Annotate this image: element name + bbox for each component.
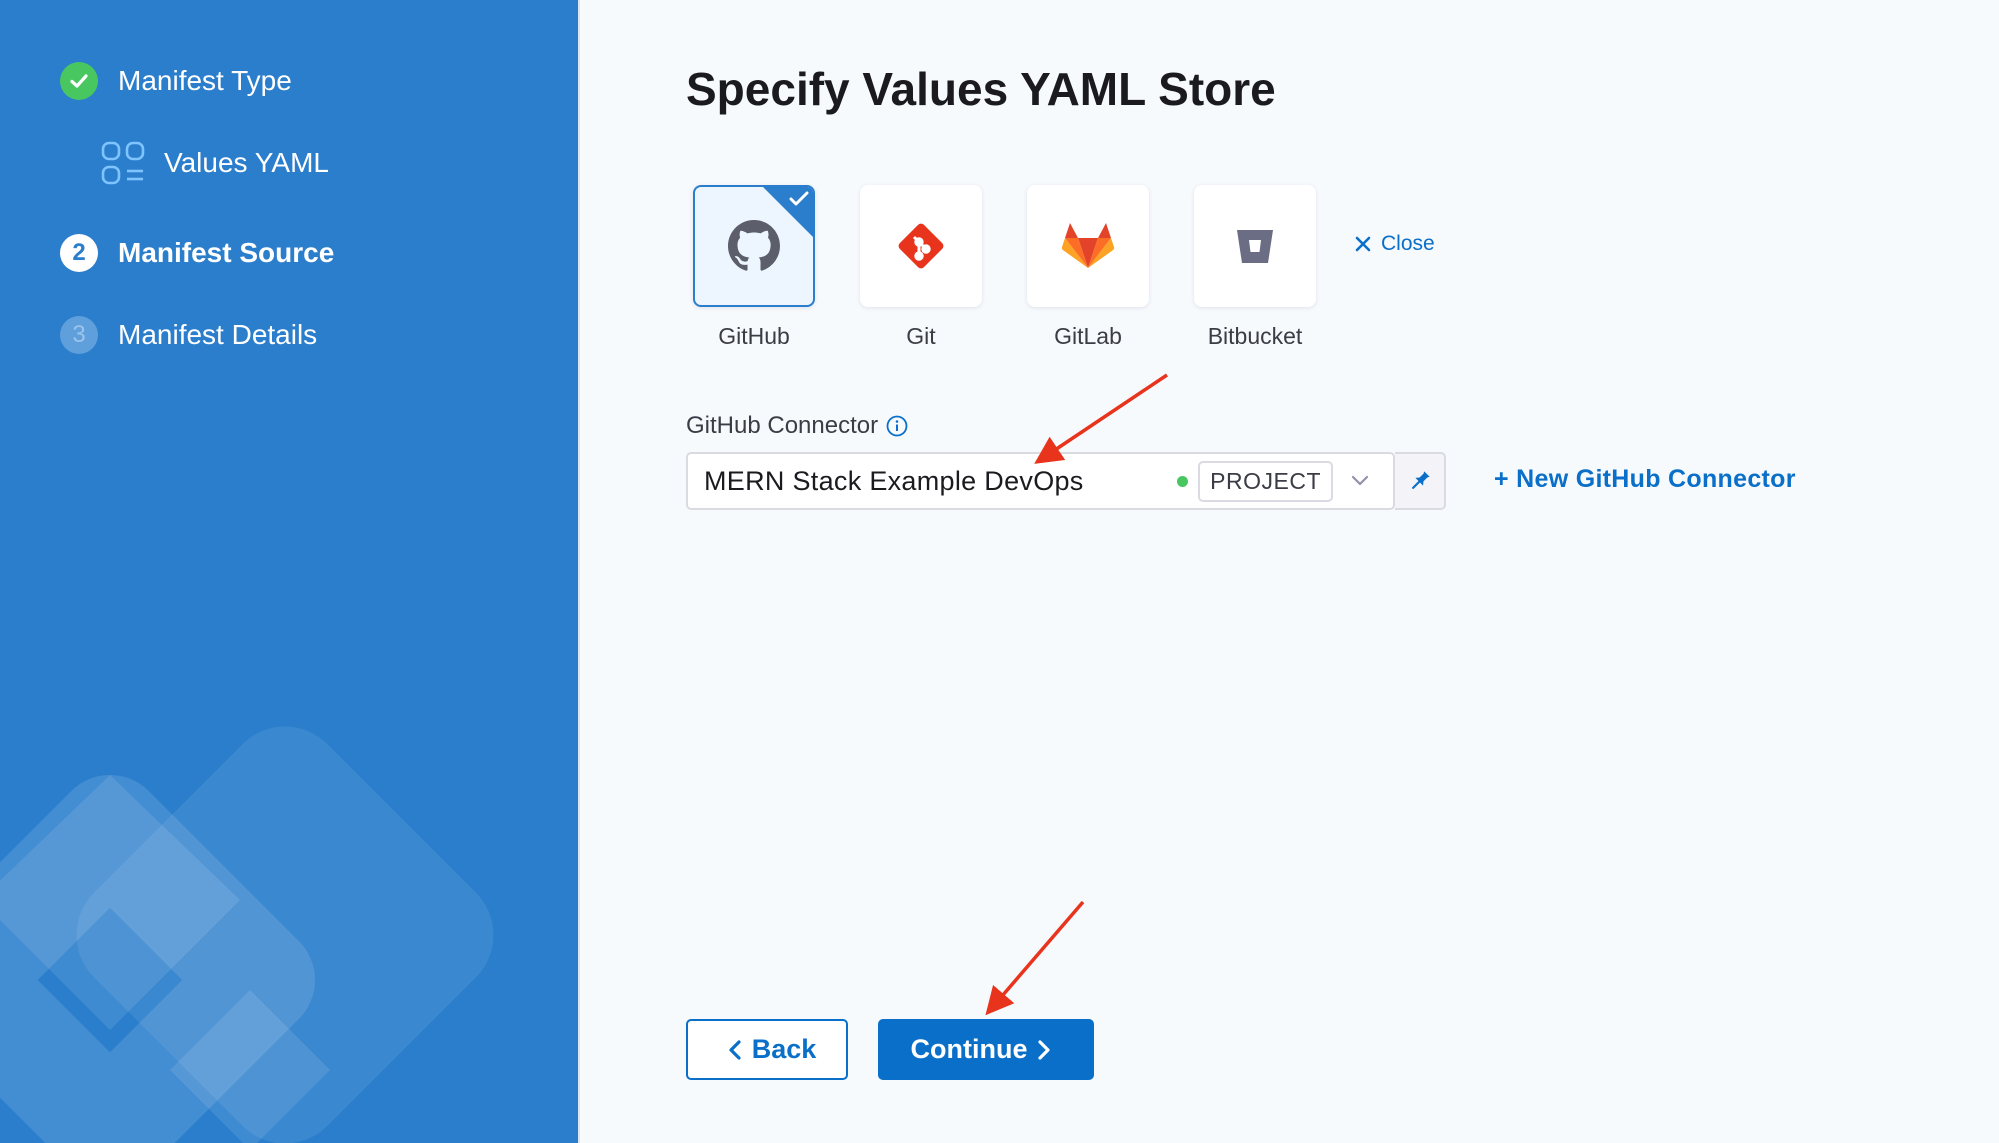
store-tile[interactable]: [1027, 185, 1149, 307]
store-options: GitHub Git GitLab Bitbucket: [693, 185, 1361, 350]
close-icon: [1355, 236, 1371, 252]
chevron-right-icon: [1038, 1039, 1051, 1060]
store-label: Git: [906, 323, 936, 349]
check-circle-icon: [60, 62, 98, 100]
step-label: Manifest Details: [118, 319, 318, 350]
substep-values-yaml[interactable]: Values YAML: [100, 140, 329, 186]
step-manifest-type[interactable]: Manifest Type: [60, 62, 292, 100]
connector-select-value: MERN Stack Example DevOps: [704, 465, 1084, 496]
back-label: Back: [751, 1034, 817, 1064]
chevron-left-icon: [729, 1039, 741, 1060]
pin-icon: [1411, 471, 1430, 489]
store-label: GitLab: [1054, 323, 1122, 349]
store-tile[interactable]: [860, 185, 982, 307]
pin-button[interactable]: [1395, 452, 1446, 510]
connection-status-dot: [1177, 475, 1189, 487]
store-tile[interactable]: [693, 185, 815, 307]
page-title: Specify Values YAML Store: [686, 63, 1276, 115]
step-label: Manifest Source: [118, 237, 335, 268]
back-button[interactable]: Back: [686, 1019, 848, 1080]
connector-select[interactable]: MERN Stack Example DevOps PROJECT: [686, 452, 1395, 510]
bitbucket-icon: [1237, 230, 1273, 263]
connector-field-label: GitHub Connector: [686, 412, 908, 440]
store-option-git[interactable]: Git: [860, 185, 982, 350]
store-option-bitbucket[interactable]: Bitbucket: [1194, 185, 1316, 350]
store-label: Bitbucket: [1207, 323, 1303, 349]
substep-label: Values YAML: [164, 147, 329, 178]
step-manifest-source[interactable]: 2 Manifest Source: [60, 234, 334, 272]
wizard-sidebar: Manifest Type Values YAML 2 Manifest Sou…: [0, 0, 580, 1143]
values-yaml-icon: [101, 141, 145, 185]
chevron-down-icon[interactable]: [1351, 475, 1369, 487]
checkmark-icon: [789, 191, 809, 206]
step-number-badge: 2: [60, 234, 98, 272]
new-github-connector-link[interactable]: + New GitHub Connector: [1494, 465, 1796, 494]
step-manifest-details[interactable]: 3 Manifest Details: [60, 316, 317, 354]
continue-button[interactable]: Continue: [878, 1019, 1094, 1080]
step-number-badge: 3: [60, 316, 98, 354]
scope-badge: PROJECT: [1198, 460, 1333, 502]
store-option-gitlab[interactable]: GitLab: [1027, 185, 1149, 350]
info-icon[interactable]: [886, 415, 908, 437]
store-option-github[interactable]: GitHub: [693, 185, 815, 350]
step-label: Manifest Type: [118, 65, 292, 96]
close-label: Close: [1381, 232, 1435, 255]
store-label: GitHub: [718, 323, 790, 349]
git-icon: [898, 223, 944, 269]
connector-label-text: GitHub Connector: [686, 412, 879, 439]
close-button[interactable]: Close: [1355, 232, 1435, 256]
continue-label: Continue: [910, 1034, 1028, 1064]
gitlab-icon: [1061, 223, 1115, 268]
store-tile[interactable]: [1194, 185, 1316, 307]
